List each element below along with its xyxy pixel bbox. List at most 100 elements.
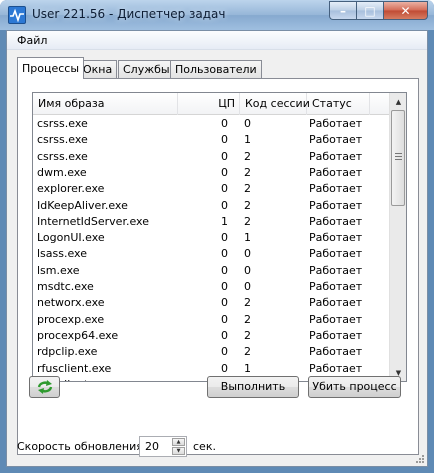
cpu-cell: 0 <box>221 231 228 245</box>
status-cell: Работает <box>309 263 363 277</box>
vertical-scrollbar[interactable]: ▲ ▼ <box>389 93 406 381</box>
table-row[interactable]: rfusclient.exe 0 1 Работает <box>33 361 391 377</box>
table-row[interactable]: dwm.exe 0 2 Работает <box>33 165 391 181</box>
tab-processes[interactable]: Процессы <box>17 57 85 79</box>
process-name-cell: rdpclip.exe <box>37 345 98 359</box>
status-cell: Работает <box>309 165 363 179</box>
table-row[interactable]: msdtc.exe 0 0 Работает <box>33 279 391 295</box>
table-row[interactable]: csrss.exe 0 1 Работает <box>33 132 391 148</box>
column-header-image-name[interactable]: Имя образа <box>33 93 178 115</box>
status-cell: Работает <box>309 280 363 293</box>
table-row[interactable]: lsm.exe 0 0 Работает <box>33 263 391 279</box>
table-row[interactable]: LogonUI.exe 0 1 Работает <box>33 230 391 246</box>
cpu-cell: 0 <box>221 280 228 293</box>
table-row[interactable]: procexp.exe 0 2 Работает <box>33 312 391 328</box>
session-id-cell: 2 <box>244 214 251 228</box>
kill-process-button[interactable]: Убить процесс <box>308 376 401 398</box>
session-id-cell: 1 <box>244 361 251 375</box>
refresh-rate-unit: сек. <box>193 440 216 453</box>
column-header-cpu[interactable]: ЦП <box>178 93 240 115</box>
process-name-cell: explorer.exe <box>37 182 105 196</box>
spin-down-icon[interactable]: ▼ <box>172 447 185 455</box>
cpu-cell: 0 <box>221 117 228 130</box>
process-name-cell: procexp.exe <box>37 312 105 326</box>
process-name-cell: lsm.exe <box>37 263 80 277</box>
process-name-cell: lsass.exe <box>37 247 87 261</box>
process-name-cell: dwm.exe <box>37 165 87 179</box>
process-name-cell: IdKeepAliver.exe <box>37 198 128 212</box>
maximize-icon: □ <box>364 3 376 18</box>
caption-buttons: – □ ✕ <box>329 1 428 21</box>
refresh-rate-value[interactable]: 20 <box>145 440 159 453</box>
cpu-cell: 0 <box>221 361 228 375</box>
minimize-button[interactable]: – <box>329 1 356 20</box>
tab-users[interactable]: Пользователи <box>170 60 262 78</box>
maximize-button[interactable]: □ <box>356 1 383 20</box>
session-id-cell: 2 <box>244 149 251 163</box>
resize-grip-icon[interactable] <box>415 454 425 464</box>
session-id-cell: 2 <box>244 296 251 310</box>
spin-buttons: ▲ ▼ <box>172 438 185 455</box>
status-cell: Работает <box>309 117 363 130</box>
session-id-cell: 2 <box>244 328 251 342</box>
process-name-cell: procexp64.exe <box>37 328 119 342</box>
column-header-session-id[interactable]: Код сессии <box>240 93 310 115</box>
session-id-cell: 2 <box>244 345 251 359</box>
status-cell: Работает <box>309 296 363 310</box>
table-row[interactable]: csrss.exe 0 2 Работает <box>33 149 391 165</box>
close-button[interactable]: ✕ <box>383 1 428 20</box>
tab-services[interactable]: Службы <box>118 60 175 78</box>
session-id-cell: 2 <box>244 182 251 196</box>
table-row[interactable]: rdpclip.exe 0 2 Работает <box>33 344 391 360</box>
processes-panel: Имя образа ЦП Код сессии Статус csrss.ex… <box>17 78 419 455</box>
cpu-cell: 0 <box>221 247 228 261</box>
status-cell: Работает <box>309 214 363 228</box>
session-id-cell: 1 <box>244 231 251 245</box>
status-cell: Работает <box>309 133 363 147</box>
cpu-cell: 0 <box>221 165 228 179</box>
table-row[interactable]: networx.exe 0 2 Работает <box>33 295 391 311</box>
process-name-cell: rfusclient.exe <box>37 361 112 375</box>
status-cell: Работает <box>309 198 363 212</box>
window-title: User 221.56 - Диспетчер задач <box>32 7 226 21</box>
session-id-cell: 2 <box>244 165 251 179</box>
session-id-cell: 0 <box>244 117 251 130</box>
session-id-cell: 2 <box>244 312 251 326</box>
session-id-cell: 2 <box>244 198 251 212</box>
status-cell: Работает <box>309 312 363 326</box>
title-bar[interactable]: User 221.56 - Диспетчер задач – □ ✕ <box>0 0 434 30</box>
tab-label: Службы <box>123 63 170 76</box>
cpu-cell: 1 <box>221 214 228 228</box>
column-header-status[interactable]: Статус <box>307 93 370 115</box>
process-list[interactable]: Имя образа ЦП Код сессии Статус csrss.ex… <box>32 92 407 382</box>
table-row[interactable]: InternetIdServer.exe 1 2 Работает <box>33 214 391 230</box>
cpu-cell: 0 <box>221 133 228 147</box>
cpu-cell: 0 <box>221 345 228 359</box>
menu-file[interactable]: Файл <box>15 33 49 48</box>
scrollbar-thumb[interactable] <box>391 110 405 206</box>
session-id-cell: 0 <box>244 247 251 261</box>
status-cell: Работает <box>309 247 363 261</box>
table-row[interactable]: lsass.exe 0 0 Работает <box>33 246 391 262</box>
process-name-cell: csrss.exe <box>37 133 88 147</box>
process-name-cell: InternetIdServer.exe <box>37 214 149 228</box>
session-id-cell: 1 <box>244 133 251 147</box>
status-cell: Работает <box>309 345 363 359</box>
refresh-button[interactable] <box>29 376 60 398</box>
status-cell: Работает <box>309 328 363 342</box>
table-row[interactable]: IdKeepAliver.exe 0 2 Работает <box>33 198 391 214</box>
cpu-cell: 0 <box>221 149 228 163</box>
table-row[interactable]: csrss.exe 0 0 Работает <box>33 116 391 132</box>
refresh-rate-stepper[interactable]: 20 ▲ ▼ <box>139 436 187 457</box>
cpu-cell: 0 <box>221 198 228 212</box>
spin-up-icon[interactable]: ▲ <box>172 438 185 446</box>
scroll-up-arrow-icon[interactable]: ▲ <box>390 93 406 110</box>
table-row[interactable]: procexp64.exe 0 2 Работает <box>33 328 391 344</box>
close-icon: ✕ <box>400 3 411 18</box>
table-row[interactable]: explorer.exe 0 2 Работает <box>33 181 391 197</box>
minimize-icon: – <box>340 3 346 18</box>
session-id-cell: 0 <box>244 280 251 293</box>
run-button[interactable]: Выполнить <box>207 376 299 398</box>
tab-label: Окна <box>83 63 113 76</box>
status-cell: Работает <box>309 231 363 245</box>
